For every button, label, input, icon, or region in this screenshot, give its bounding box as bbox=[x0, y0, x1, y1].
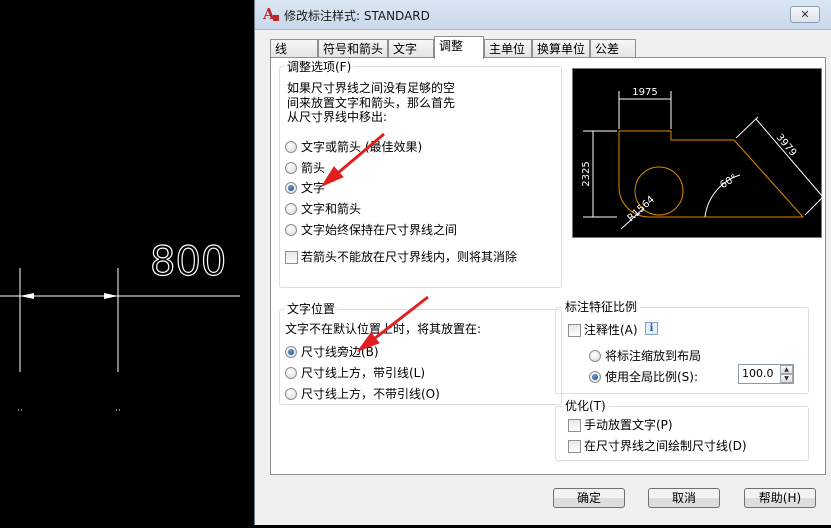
arrow-to-beside-dim-line bbox=[369, 295, 429, 344]
arrow-to-text-option bbox=[331, 132, 385, 180]
annotation-arrows bbox=[320, 132, 429, 353]
